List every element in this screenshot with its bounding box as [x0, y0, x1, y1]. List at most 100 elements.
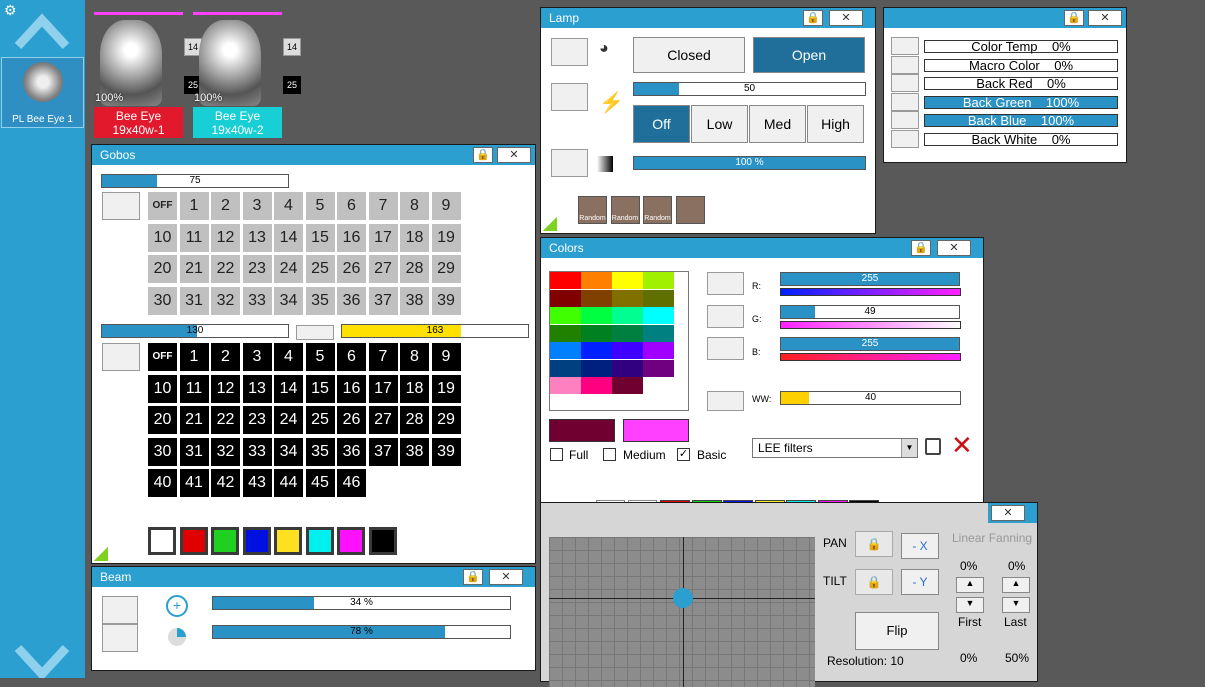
color-swatch[interactable] — [211, 527, 239, 555]
gobo-slot[interactable]: 20 — [148, 406, 177, 434]
palette-color[interactable] — [581, 324, 612, 342]
gobo-slot[interactable]: 31 — [179, 286, 209, 315]
gobo-slot[interactable]: 5 — [305, 343, 335, 371]
gobo-slot[interactable]: 27 — [368, 255, 398, 283]
position-marker[interactable] — [673, 588, 693, 608]
gobo-slot[interactable]: 37 — [368, 286, 398, 315]
gobo-slot[interactable]: 15 — [305, 223, 335, 252]
close-icon[interactable]: ✕ — [991, 505, 1025, 521]
filter-select[interactable]: LEE filters ▼ — [752, 438, 918, 458]
blue-button[interactable] — [707, 337, 744, 360]
gobo-slot[interactable]: 14 — [274, 374, 303, 403]
gobo-slot[interactable]: 7 — [368, 343, 398, 371]
gobo-slot[interactable]: 33 — [242, 286, 272, 315]
gobo-slot[interactable]: 21 — [179, 255, 209, 283]
gobo-slot[interactable]: 36 — [337, 286, 366, 315]
macro-row[interactable]: Macro Color 0% — [924, 58, 1118, 72]
gobo-slot[interactable]: 1 — [179, 343, 209, 371]
gobo-slot[interactable]: 13 — [242, 374, 272, 403]
gobo-slot[interactable]: 32 — [211, 437, 240, 466]
gobo-slot[interactable]: OFF — [148, 192, 177, 220]
gobo-slot[interactable]: 26 — [337, 255, 366, 283]
gobo-slot[interactable]: 9 — [431, 343, 461, 371]
scroll-down-icon[interactable] — [14, 640, 70, 678]
color-swatch[interactable] — [337, 527, 365, 555]
close-icon[interactable]: ✕ — [937, 240, 971, 256]
macro-button[interactable] — [891, 129, 919, 148]
zoom-button[interactable] — [102, 596, 138, 624]
palette-color[interactable] — [581, 342, 612, 359]
gobo-slot[interactable]: 22 — [211, 255, 240, 283]
palette-color[interactable] — [643, 359, 674, 377]
palette-color[interactable] — [643, 289, 674, 307]
xy-pad[interactable] — [549, 537, 815, 687]
mode-high-button[interactable]: High — [807, 105, 864, 143]
gobo-slot[interactable]: 6 — [337, 192, 366, 220]
gobo-slot[interactable]: 25 — [305, 406, 335, 434]
color-swatch[interactable] — [274, 527, 302, 555]
palette-color[interactable] — [612, 307, 643, 324]
palette-color[interactable] — [643, 272, 674, 289]
full-checkbox[interactable] — [550, 448, 563, 461]
gobo-slot[interactable]: 19 — [431, 223, 461, 252]
shutter-button[interactable] — [551, 38, 588, 66]
gobo-slot[interactable]: 13 — [242, 223, 272, 252]
gobo-slot[interactable]: OFF — [148, 343, 177, 371]
gobo-slot[interactable]: 29 — [431, 406, 461, 434]
lock-icon[interactable]: 🔒 — [463, 569, 483, 585]
macro-row[interactable]: Back Blue 100% — [924, 114, 1118, 127]
gobo-rotation-button[interactable] — [296, 325, 334, 340]
green-button[interactable] — [707, 305, 744, 328]
gobo-slot[interactable]: 14 — [274, 223, 303, 252]
gobo-slot[interactable]: 7 — [368, 192, 398, 220]
gobo-slot[interactable]: 37 — [368, 437, 398, 466]
palette-color[interactable] — [581, 377, 612, 394]
gobo-slot[interactable]: 34 — [274, 286, 303, 315]
gobo-slot[interactable]: 32 — [211, 286, 240, 315]
palette-color[interactable] — [612, 289, 643, 307]
close-icon[interactable]: ✕ — [829, 10, 863, 26]
gobo-slot[interactable]: 17 — [368, 374, 398, 403]
frost-slider[interactable]: 78 % — [212, 625, 511, 639]
gobo-slot[interactable]: 26 — [337, 406, 366, 434]
macro-button[interactable] — [891, 92, 919, 111]
palette-color[interactable] — [581, 289, 612, 307]
palette-color[interactable] — [643, 377, 674, 394]
gobo-slot[interactable]: 30 — [148, 286, 177, 315]
dimmer-slider[interactable]: 100 % — [633, 156, 866, 170]
gobo-slot[interactable]: 8 — [400, 192, 429, 220]
gobo-slot[interactable]: 29 — [431, 255, 461, 283]
gobo-wheel1-slider[interactable]: 75 — [101, 174, 289, 188]
gobo-slot[interactable]: 15 — [305, 374, 335, 403]
gobo-slot[interactable]: 5 — [305, 192, 335, 220]
macro-button[interactable] — [891, 74, 919, 92]
palette-color[interactable] — [550, 324, 581, 342]
gobo-slot[interactable]: 38 — [400, 286, 429, 315]
delete-icon[interactable]: ✕ — [951, 431, 973, 459]
warm-white-slider[interactable]: 40 — [780, 391, 961, 405]
random-effect-button[interactable] — [675, 196, 705, 224]
fan-last-down-button[interactable]: ▼ — [1002, 597, 1030, 613]
lock-icon[interactable]: 🔒 — [1064, 10, 1084, 26]
palette-color[interactable] — [581, 307, 612, 324]
gobo-slot[interactable]: 35 — [305, 286, 335, 315]
gobo-slot[interactable]: 3 — [242, 192, 272, 220]
palette-color[interactable] — [550, 359, 581, 377]
resize-grip-icon[interactable] — [543, 217, 557, 231]
gobo-slot[interactable]: 19 — [431, 374, 461, 403]
palette-color[interactable] — [550, 377, 581, 394]
palette-color[interactable] — [612, 342, 643, 359]
gobo-slot[interactable]: 3 — [242, 343, 272, 371]
red-button[interactable] — [707, 272, 744, 295]
close-icon[interactable]: ✕ — [489, 569, 523, 585]
color-swatch[interactable] — [368, 527, 397, 555]
random-effect-button[interactable]: Random — [643, 196, 672, 224]
closed-button[interactable]: Closed — [633, 37, 745, 73]
scroll-up-icon[interactable] — [14, 12, 70, 52]
color-swatch[interactable] — [148, 527, 176, 555]
gobo-slot[interactable]: 35 — [305, 437, 335, 466]
power-slider[interactable]: 50 — [633, 82, 866, 96]
lock-icon[interactable]: 🔒 — [803, 10, 823, 26]
macro-row[interactable]: Back Red 0% — [924, 77, 1118, 90]
resize-grip-icon[interactable] — [94, 547, 108, 561]
